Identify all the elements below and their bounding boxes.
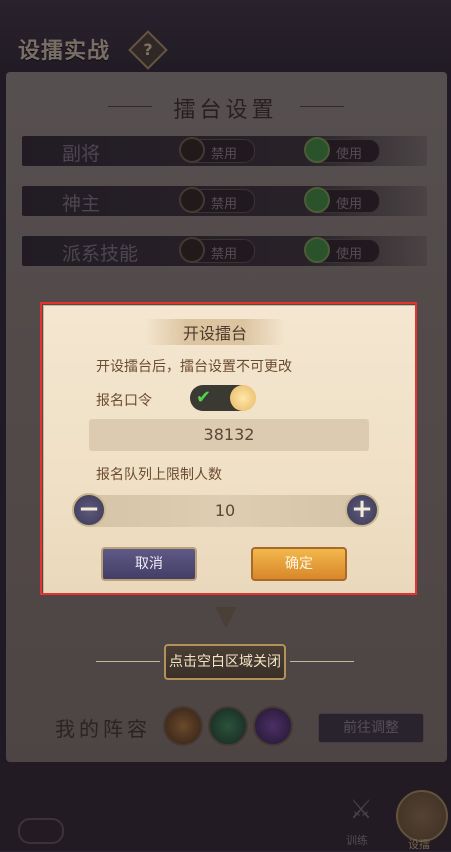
password-label: 报名口令 — [96, 393, 152, 409]
chevron-down-icon: ▼ — [215, 599, 237, 632]
confirm-button[interactable]: 确定 — [251, 547, 347, 581]
hint-divider-left — [96, 661, 160, 662]
dialog-notice: 开设擂台后，擂台设置不可更改 — [96, 359, 292, 375]
minus-button[interactable]: − — [72, 493, 106, 527]
hint-divider-right — [290, 661, 354, 662]
queue-limit-value: 10 — [214, 501, 236, 520]
plus-button[interactable]: + — [345, 493, 379, 527]
toggle-knob — [230, 385, 256, 411]
password-field[interactable]: 38132 — [89, 419, 369, 451]
close-hint[interactable]: 点击空白区域关闭 — [164, 644, 286, 680]
queue-limit-label: 报名队列上限制人数 — [96, 467, 222, 483]
dialog-title: 开设擂台 — [182, 324, 247, 343]
cancel-button[interactable]: 取消 — [101, 547, 197, 581]
check-icon: ✔ — [196, 387, 212, 408]
